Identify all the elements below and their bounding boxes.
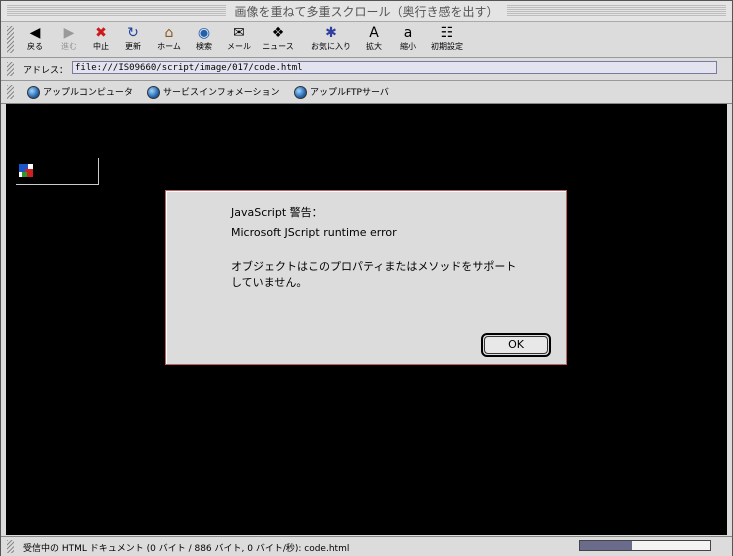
- globe-icon: [294, 86, 307, 99]
- search-icon: ◉: [197, 25, 211, 41]
- toolbar-button-label: 縮小: [400, 42, 416, 51]
- toolbar-button-label: 更新: [125, 42, 141, 51]
- toolbar-button-label: 検索: [196, 42, 212, 51]
- address-input[interactable]: file:///IS09660/script/image/017/code.ht…: [72, 61, 717, 74]
- status-bar: 受信中の HTML ドキュメント (0 バイト / 886 バイト, 0 バイト…: [1, 536, 732, 556]
- home-icon: ⌂: [164, 25, 174, 41]
- favorite-label: サービスインフォメーション: [163, 88, 280, 98]
- toolbar-button-label: 拡大: [366, 42, 382, 51]
- toolbar: ◀ 戻る ▶ 進む ✖ 中止 ↻ 更新 ⌂ ホーム ◉ 検索 ✉ メール ❖ ニュース ✱ お気に入り A 拡大 a 縮小…: [1, 22, 732, 58]
- dialog-message-line1: オブジェクトはこのプロパティまたはメソッドをサポート: [231, 260, 517, 273]
- toolbar-button-smaller-font[interactable]: a 縮小: [390, 24, 426, 52]
- toolbar-button-label: メール: [227, 42, 251, 51]
- toolbar-button-preferences[interactable]: ☷ 初期設定: [425, 24, 469, 52]
- news-icon: ❖: [271, 25, 285, 41]
- dialog-title: JavaScript 警告：: [231, 206, 323, 219]
- toolbar-button-larger-font[interactable]: A 拡大: [356, 24, 392, 52]
- favorite-label: アップルコンピュータ: [43, 88, 133, 98]
- toolbar-button-stop[interactable]: ✖ 中止: [83, 24, 119, 52]
- favorites-bar: アップルコンピュータ サービスインフォメーション アップルFTPサーバ: [1, 81, 732, 104]
- toolbar-button-label: お気に入り: [311, 42, 351, 51]
- dialog-message-line2: していません。: [231, 276, 308, 289]
- progress-bar: [579, 540, 711, 551]
- toolbar-button-forward-arrow[interactable]: ▶ 進む: [51, 24, 87, 52]
- address-bar-grip[interactable]: [7, 62, 14, 76]
- toolbar-button-label: ニュース: [262, 42, 294, 51]
- toolbar-button-news[interactable]: ❖ ニュース: [260, 24, 296, 52]
- address-bar: アドレス： file:///IS09660/script/image/017/c…: [1, 58, 732, 81]
- title-bar[interactable]: 画像を重ねて多重スクロール（奥行き感を出す）: [1, 1, 732, 22]
- stop-icon: ✖: [95, 25, 107, 41]
- status-text: 受信中の HTML ドキュメント (0 バイト / 886 バイト, 0 バイト…: [23, 544, 350, 554]
- dialog-error-name: Microsoft JScript runtime error: [231, 226, 397, 239]
- javascript-alert-dialog: JavaScript 警告： Microsoft JScript runtime…: [165, 190, 567, 365]
- favorite-label: アップルFTPサーバ: [310, 88, 389, 98]
- toolbar-button-label: 初期設定: [431, 42, 463, 51]
- toolbar-button-search[interactable]: ◉ 検索: [186, 24, 222, 52]
- back-arrow-icon: ◀: [29, 25, 41, 41]
- window-title: 画像を重ねて多重スクロール（奥行き感を出す）: [226, 5, 507, 19]
- address-label: アドレス：: [23, 66, 69, 76]
- toolbar-button-label: 進む: [61, 42, 77, 51]
- toolbar-button-label: 中止: [93, 42, 109, 51]
- toolbar-grip[interactable]: [7, 26, 14, 53]
- toolbar-button-mail[interactable]: ✉ メール: [221, 24, 257, 52]
- favorite-link-apple-ftp[interactable]: アップルFTPサーバ: [294, 85, 389, 99]
- favorites-bar-grip[interactable]: [7, 85, 14, 99]
- toolbar-button-refresh[interactable]: ↻ 更新: [115, 24, 151, 52]
- preferences-icon: ☷: [440, 25, 454, 41]
- larger-font-icon: A: [369, 25, 379, 41]
- favorite-link-service-info[interactable]: サービスインフォメーション: [147, 85, 280, 99]
- favorite-link-apple[interactable]: アップルコンピュータ: [27, 85, 133, 99]
- progress-fill: [580, 541, 632, 550]
- toolbar-button-home[interactable]: ⌂ ホーム: [151, 24, 187, 52]
- broken-image-placeholder: [16, 158, 99, 185]
- toolbar-button-favorites[interactable]: ✱ お気に入り: [306, 24, 356, 52]
- toolbar-button-label: 戻る: [27, 42, 43, 51]
- forward-arrow-icon: ▶: [63, 25, 75, 41]
- status-bar-grip: [7, 540, 14, 553]
- favorites-icon: ✱: [325, 25, 337, 41]
- toolbar-button-back-arrow[interactable]: ◀ 戻る: [17, 24, 53, 52]
- globe-icon: [27, 86, 40, 99]
- mail-icon: ✉: [233, 25, 245, 41]
- toolbar-button-label: ホーム: [157, 42, 181, 51]
- smaller-font-icon: a: [403, 25, 413, 41]
- ok-button-label: OK: [484, 336, 548, 354]
- refresh-icon: ↻: [127, 25, 139, 41]
- broken-image-icon: [19, 164, 33, 177]
- ok-button[interactable]: OK: [481, 333, 551, 357]
- globe-icon: [147, 86, 160, 99]
